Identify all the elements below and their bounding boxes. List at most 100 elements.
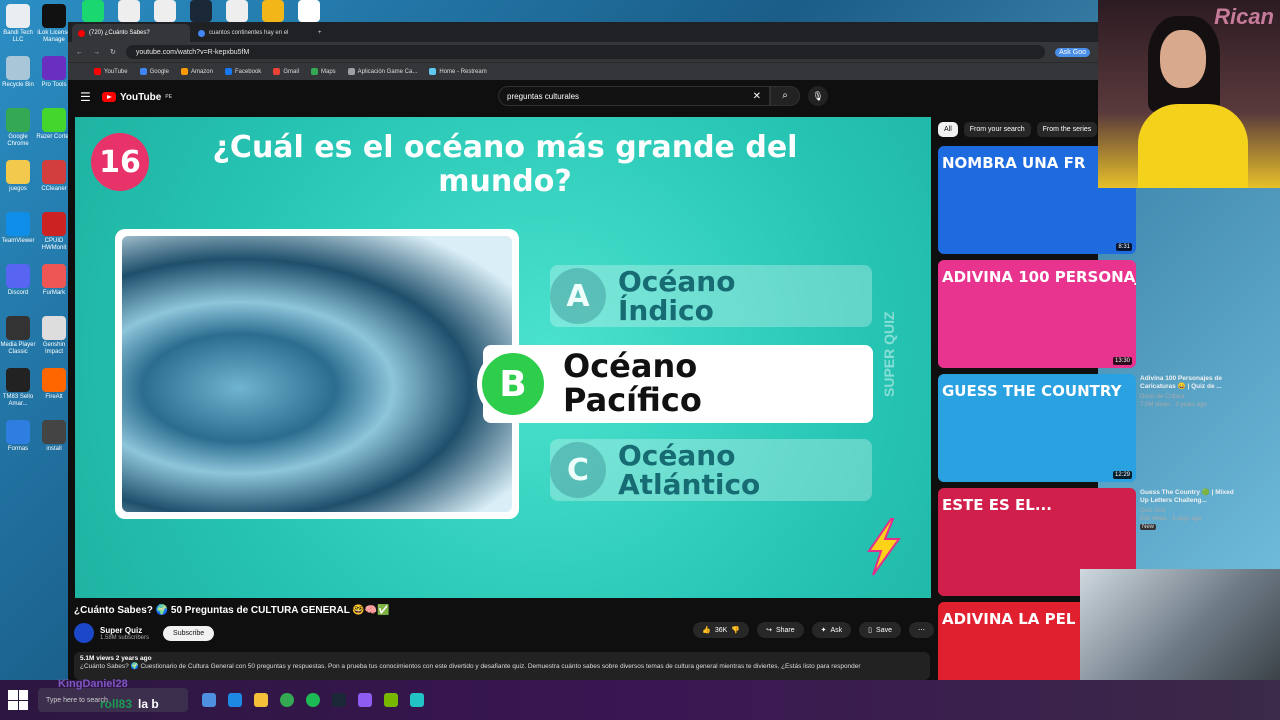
steam-icon[interactable] [190, 0, 212, 22]
search-button[interactable]: ⌕ [770, 86, 800, 106]
bookmark[interactable]: YouTube [94, 68, 128, 75]
app-icon [6, 368, 30, 392]
bookmark[interactable]: Amazon [180, 68, 213, 75]
youtube-logo[interactable]: YouTube PE [102, 92, 172, 103]
app-icon[interactable] [82, 0, 104, 22]
bookmark-favicon-icon [347, 68, 355, 75]
clear-icon[interactable]: ✕ [753, 91, 761, 102]
ask-label: Ask [830, 626, 843, 634]
desktop-icon[interactable]: FireAlt [36, 368, 72, 401]
desktop-icon-label: Discord [7, 290, 29, 296]
video-player[interactable]: 16 ¿Cuál es el océano más grande del mun… [75, 117, 931, 598]
desktop-icon[interactable]: CCleaner [36, 160, 72, 193]
app-icon[interactable] [410, 693, 424, 707]
taskbar-apps [202, 693, 424, 707]
desktop-icon[interactable]: TeamViewer [0, 212, 36, 245]
chip-from-series[interactable]: From the series [1036, 122, 1098, 137]
desktop-icon[interactable]: Google Chrome [0, 108, 36, 148]
more-actions-button[interactable]: ⋯ [909, 622, 934, 638]
steam-icon[interactable] [332, 693, 346, 707]
new-tab-button[interactable]: + [312, 24, 332, 42]
app-icon[interactable] [298, 0, 320, 22]
back-icon[interactable]: ← [76, 49, 83, 56]
like-button[interactable]: 👍 36K 👎 [693, 622, 750, 638]
desktop-icon[interactable]: iLok License Manage [36, 4, 72, 44]
menu-icon[interactable]: ☰ [80, 90, 91, 104]
taskbar: Type here to search [0, 680, 1280, 720]
subscribe-button[interactable]: Subscribe [163, 625, 215, 641]
chip-from-search[interactable]: From your search [963, 122, 1031, 137]
bookmark[interactable]: Aplicación Game Ca... [347, 68, 417, 75]
app-icon[interactable] [154, 0, 176, 22]
search-input[interactable]: preguntas culturales ✕ [498, 86, 770, 106]
bookmark[interactable]: Facebook [224, 68, 261, 75]
desktop-icon[interactable]: CPUID HWMonit [36, 212, 72, 252]
desktop-icon[interactable]: Formas [0, 420, 36, 453]
nvidia-icon[interactable] [384, 693, 398, 707]
app-icon [42, 212, 66, 236]
option-a: A Océano Índico [550, 265, 872, 327]
bookmark-label: Maps [320, 68, 336, 75]
tab-google[interactable]: cuantos continentes hay en el [192, 24, 310, 42]
desktop-icon[interactable]: Media Player Classic [0, 316, 36, 356]
spotify-icon[interactable] [306, 693, 320, 707]
desktop-icon[interactable]: Genshin Impact [36, 316, 72, 356]
bookmark-label: Gmail [283, 68, 299, 75]
desktop-icon-label: Recycle Bin [2, 82, 34, 88]
bookmark[interactable]: Home - Restream [429, 68, 487, 75]
related-video-title: Adivina 100 Personajes de Caricaturas 😄 … [1140, 375, 1223, 390]
obs-icon[interactable] [358, 693, 372, 707]
save-button[interactable]: ▯ Save [859, 622, 901, 638]
bookmark[interactable]: Maps [310, 68, 336, 75]
bookmark[interactable]: Gmail [273, 68, 299, 75]
app-icon[interactable] [226, 0, 248, 22]
desktop-icon[interactable]: Discord [0, 264, 36, 297]
app-icon [6, 316, 30, 340]
ask-google-button[interactable]: Ask Goo [1055, 47, 1090, 57]
desktop-icon[interactable]: Pro Tools [36, 56, 72, 89]
desktop-icon[interactable]: juegos [0, 160, 36, 193]
webcam-face [1160, 30, 1206, 88]
app-icon[interactable] [202, 693, 216, 707]
wave-photo [115, 229, 519, 519]
edge-icon[interactable] [228, 693, 242, 707]
related-video-thumbnail[interactable]: ADIVINA 100 PERSONAJES 13:30 [938, 260, 1136, 368]
channel-avatar[interactable] [74, 623, 94, 643]
tab-youtube[interactable]: (720) ¿Cuánto Sabes? [72, 24, 190, 42]
voice-search-button[interactable]: 🎙 [808, 86, 828, 106]
desktop-icon[interactable]: Razer Cortex [36, 108, 72, 141]
app-icon [42, 316, 66, 340]
bookmark[interactable]: Google [139, 68, 169, 75]
ask-button[interactable]: ✦ Ask [811, 622, 852, 638]
streamer-webcam: Rican [1098, 0, 1280, 188]
share-button[interactable]: ↪ Share [757, 622, 804, 638]
forward-icon[interactable]: → [93, 49, 100, 56]
taskbar-search-text: Type here to search [46, 696, 108, 704]
chat-user: roll83 [100, 697, 133, 711]
related-video-stats: 508 views · 3 days ago [1140, 516, 1202, 522]
thumbs-down-icon[interactable]: 👎 [731, 626, 740, 634]
app-icon[interactable] [118, 0, 140, 22]
desktop-icon[interactable]: install [36, 420, 72, 453]
related-video-meta[interactable]: Adivina 100 Personajes de Caricaturas 😄 … [1140, 375, 1240, 409]
related-video-thumbnail[interactable]: GUESS THE COUNTRY 12:29 [938, 374, 1136, 482]
share-icon: ↪ [766, 627, 772, 634]
desktop-icon[interactable]: Recycle Bin [0, 56, 36, 89]
desktop-icon[interactable]: Bandi Tech LLC [0, 4, 36, 44]
file-explorer-icon[interactable] [254, 693, 268, 707]
windows-start-icon[interactable] [8, 690, 28, 710]
video-duration: 13:30 [1112, 357, 1132, 365]
related-video-channel: Quiz Uno [1140, 508, 1166, 514]
related-video-meta[interactable]: Guess The Country 🟢 | Mixed Up Letters C… [1140, 489, 1240, 531]
desktop-icon[interactable]: FurMark [36, 264, 72, 297]
desktop-icon[interactable]: TM83 Sello Amar... [0, 368, 36, 408]
description-box[interactable]: 5.1M views 2 years ago ¿Cuánto Sabes? 🌍 … [74, 652, 930, 680]
reload-icon[interactable]: ↻ [110, 48, 116, 56]
rockstar-icon[interactable] [262, 0, 284, 22]
chip-all[interactable]: All [938, 122, 958, 137]
desktop-icon-label: juegos [9, 186, 27, 192]
top-pinned-icons [82, 0, 320, 22]
url-field[interactable]: youtube.com/watch?v=R-kepxbu5fM [125, 45, 1046, 59]
channel-name[interactable]: Super Quiz [100, 626, 149, 635]
chrome-icon[interactable] [280, 693, 294, 707]
